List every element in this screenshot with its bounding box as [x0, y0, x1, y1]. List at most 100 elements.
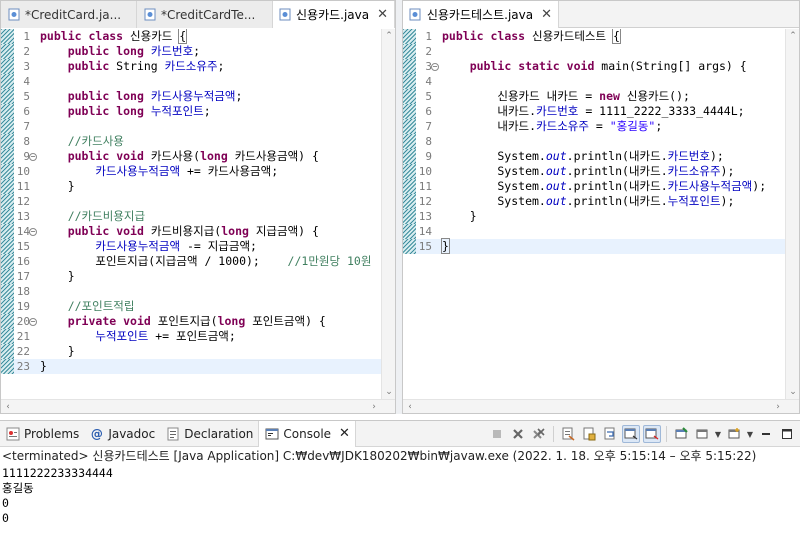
code-line: 4: [1, 74, 381, 89]
left-code-editor[interactable]: 1 public class 신용카드 { 2 public long 카드번호;…: [1, 29, 395, 399]
tab-declaration[interactable]: Declaration: [160, 421, 258, 447]
console-output-line: 0: [2, 511, 9, 525]
terminate-icon[interactable]: [488, 425, 506, 443]
java-file-icon: [279, 8, 292, 22]
tab-creditcardtest-java[interactable]: *CreditCardTe...: [137, 1, 273, 28]
close-icon[interactable]: ✕: [541, 7, 552, 22]
clear-console-icon[interactable]: [559, 425, 577, 443]
console-output-line: 1111222233334444: [2, 466, 113, 480]
code-line: 3− public static void main(String[] args…: [403, 59, 785, 74]
console-output-line: 홍길동: [2, 481, 34, 495]
minimize-icon[interactable]: [757, 425, 775, 443]
code-line: 2: [403, 44, 785, 59]
java-file-icon: [143, 8, 157, 22]
java-file-icon: [409, 8, 423, 22]
fold-icon[interactable]: −: [29, 228, 37, 236]
code-line: 11 }: [1, 179, 381, 194]
tab-label: Javadoc: [108, 426, 156, 441]
console-toolbar: ▼ ▼: [488, 421, 796, 447]
code-line: 12: [1, 194, 381, 209]
close-icon[interactable]: ✕: [377, 7, 388, 22]
code-line: 16 포인트지급(지급금액 / 1000); //1만원당 10원: [1, 254, 381, 269]
scroll-up-icon[interactable]: ⌃: [382, 29, 396, 43]
tab-console[interactable]: Console ✕: [258, 420, 356, 447]
vertical-scrollbar[interactable]: ⌃ ⌄: [381, 29, 395, 399]
scroll-down-icon[interactable]: ⌄: [786, 385, 800, 399]
tab-label: Declaration: [184, 426, 254, 441]
tab-label: *CreditCardTe...: [161, 7, 256, 22]
left-editor-tabbar: *CreditCard.ja... *CreditCardTe... 신용카드.…: [1, 1, 395, 28]
fold-icon[interactable]: −: [29, 153, 37, 161]
scroll-right-icon[interactable]: ›: [771, 400, 785, 414]
console-output-line: 0: [2, 496, 9, 510]
tab-label: 신용카드.java: [296, 8, 370, 22]
code-line: 14: [403, 224, 785, 239]
show-console-on-stdout-icon[interactable]: [622, 425, 640, 443]
code-line: 9 System.out.println(내카드.카드번호);: [403, 149, 785, 164]
code-line: 18: [1, 284, 381, 299]
horizontal-scrollbar[interactable]: ‹ ›: [403, 399, 799, 413]
remove-launch-icon[interactable]: [509, 425, 527, 443]
problems-icon: [5, 426, 20, 441]
scroll-left-icon[interactable]: ‹: [1, 400, 15, 414]
code-line: 12 System.out.println(내카드.누적포인트);: [403, 194, 785, 209]
code-line: 13 }: [403, 209, 785, 224]
code-line: 20− private void 포인트지급(long 포인트금액) {: [1, 314, 381, 329]
right-editor-tabbar: 신용카드테스트.java ✕: [403, 1, 799, 28]
code-line: 8 //카드사용: [1, 134, 381, 149]
scroll-down-icon[interactable]: ⌄: [382, 385, 396, 399]
code-line: 1 public class 신용카드 {: [1, 29, 381, 44]
java-file-icon: [7, 8, 21, 22]
tab-label: Console: [283, 426, 332, 441]
scroll-lock-icon[interactable]: [580, 425, 598, 443]
code-line: 7: [1, 119, 381, 134]
right-editor-pane: 신용카드테스트.java ✕ 1 public class 신용카드테스트 { 2…: [402, 0, 800, 414]
javadoc-icon: @: [90, 426, 103, 441]
show-console-on-stderr-icon[interactable]: [643, 425, 661, 443]
word-wrap-icon[interactable]: [601, 425, 619, 443]
scroll-left-icon[interactable]: ‹: [403, 400, 417, 414]
tab-sinyongkadeu-test-java[interactable]: 신용카드테스트.java ✕: [403, 1, 559, 28]
console-launch-status: <terminated> 신용카드테스트 [Java Application] …: [2, 449, 757, 463]
code-line: 14− public void 카드비용지급(long 지급금액) {: [1, 224, 381, 239]
tab-creditcard-java[interactable]: *CreditCard.ja...: [1, 1, 137, 28]
pin-console-icon[interactable]: [672, 425, 690, 443]
tab-javadoc[interactable]: @ Javadoc: [84, 421, 160, 447]
display-selected-console-icon[interactable]: [693, 425, 711, 443]
vertical-scrollbar[interactable]: ⌃ ⌄: [785, 29, 799, 399]
console-view: Problems @ Javadoc Declaration Console ✕: [0, 420, 800, 546]
left-editor-pane: *CreditCard.ja... *CreditCardTe... 신용카드.…: [0, 0, 396, 414]
fold-icon[interactable]: −: [431, 63, 439, 71]
code-line: 5 public long 카드사용누적금액;: [1, 89, 381, 104]
code-line: 17 }: [1, 269, 381, 284]
chevron-down-icon[interactable]: ▼: [714, 430, 722, 439]
code-line: 11 System.out.println(내카드.카드사용누적금액);: [403, 179, 785, 194]
tab-sinyongkadeu-java[interactable]: 신용카드.java ✕: [273, 1, 395, 28]
maximize-icon[interactable]: [778, 425, 796, 443]
open-console-icon[interactable]: [725, 425, 743, 443]
tab-label: 신용카드테스트.java: [426, 8, 534, 22]
fold-icon[interactable]: −: [29, 318, 37, 326]
scroll-right-icon[interactable]: ›: [367, 400, 381, 414]
code-line: 23}: [1, 359, 381, 374]
bottom-view-tabbar: Problems @ Javadoc Declaration Console ✕: [0, 420, 800, 447]
code-line: 10 System.out.println(내카드.카드소유주);: [403, 164, 785, 179]
code-line: 22 }: [1, 344, 381, 359]
code-line: 9− public void 카드사용(long 카드사용금액) {: [1, 149, 381, 164]
tab-label: Problems: [24, 426, 80, 441]
code-line: 6 내카드.카드번호 = 1111_2222_3333_4444L;: [403, 104, 785, 119]
scroll-up-icon[interactable]: ⌃: [786, 29, 800, 43]
code-line: 2 public long 카드번호;: [1, 44, 381, 59]
code-line: 4: [403, 74, 785, 89]
tab-problems[interactable]: Problems: [0, 421, 84, 447]
tab-label: *CreditCard.ja...: [25, 7, 122, 22]
code-line: 8: [403, 134, 785, 149]
right-code-editor[interactable]: 1 public class 신용카드테스트 { 2 3− public stat…: [403, 29, 799, 399]
close-icon[interactable]: ✕: [339, 426, 350, 441]
code-line: 1 public class 신용카드테스트 {: [403, 29, 785, 44]
chevron-down-icon[interactable]: ▼: [746, 430, 754, 439]
remove-all-terminated-icon[interactable]: [530, 425, 548, 443]
horizontal-scrollbar[interactable]: ‹ ›: [1, 399, 395, 413]
console-icon: [264, 426, 279, 441]
code-line: 21 누적포인트 += 포인트금액;: [1, 329, 381, 344]
